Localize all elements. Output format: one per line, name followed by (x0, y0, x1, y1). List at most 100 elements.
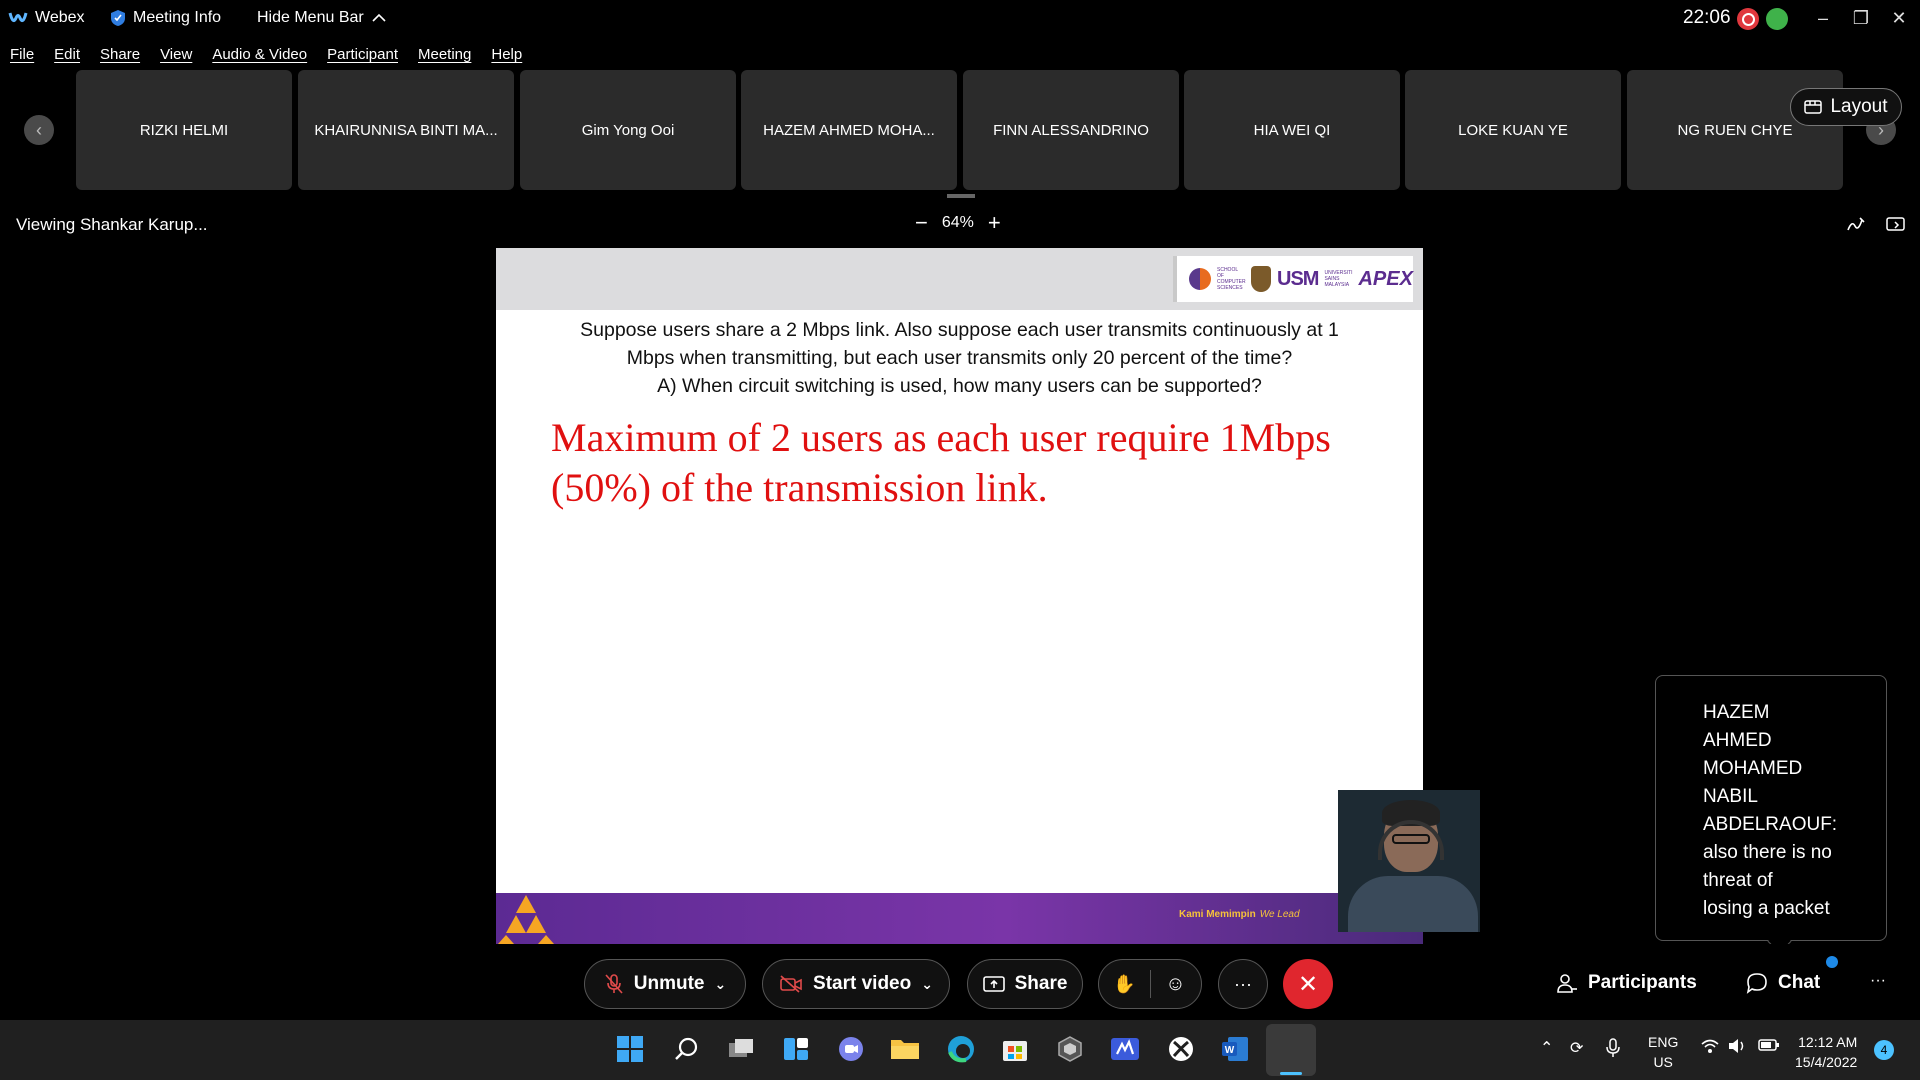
hide-menu-bar-button[interactable]: Hide Menu Bar (257, 9, 387, 27)
network-health-icon[interactable] (1766, 8, 1788, 30)
word-icon[interactable]: W (1218, 1032, 1252, 1066)
menu-meeting[interactable]: Meeting (408, 42, 481, 70)
participant-tile[interactable]: HIA WEI QI (1184, 70, 1400, 190)
slide-question: Suppose users share a 2 Mbps link. Also … (536, 316, 1383, 400)
powerautomate-icon[interactable] (1108, 1032, 1142, 1066)
chat-icon (1746, 973, 1767, 994)
sync-icon[interactable]: ⟳ (1570, 1038, 1583, 1058)
language-indicator[interactable]: ENG US (1648, 1032, 1678, 1072)
volume-icon[interactable] (1728, 1038, 1748, 1054)
participant-tile[interactable]: LOKE KUAN YE (1405, 70, 1621, 190)
menu-bar: File Edit Share View Audio & Video Parti… (0, 42, 532, 70)
overflow-menu-button[interactable]: ··· (1870, 972, 1886, 990)
participant-tile[interactable]: RIZKI HELMI (76, 70, 292, 190)
recording-icon[interactable] (1737, 8, 1759, 30)
chat-line: AHMED (1703, 730, 1772, 751)
chevron-down-icon[interactable]: ⌄ (715, 976, 727, 993)
menu-audio-video[interactable]: Audio & Video (202, 42, 317, 70)
meeting-info-label: Meeting Info (133, 9, 222, 26)
widgets-icon[interactable] (779, 1032, 813, 1066)
menu-participant[interactable]: Participant (317, 42, 408, 70)
settings-app-icon[interactable] (1053, 1032, 1087, 1066)
svg-text:W: W (1225, 1045, 1235, 1056)
leave-meeting-button[interactable]: ✕ (1283, 959, 1333, 1009)
start-icon[interactable] (613, 1032, 647, 1066)
usm-logo-text: UNIVERSITI SAINS MALAYSIA (1324, 270, 1353, 288)
system-clock[interactable]: 12:12 AM 15/4/2022 (1795, 1032, 1857, 1072)
chevron-up-icon (372, 13, 386, 22)
notification-badge[interactable]: 4 (1874, 1040, 1894, 1060)
menu-file[interactable]: File (0, 42, 44, 70)
hide-menu-bar-label: Hide Menu Bar (257, 9, 364, 26)
participant-tile[interactable]: HAZEM AHMED MOHA... (741, 70, 957, 190)
question-line: Suppose users share a 2 Mbps link. Also … (580, 319, 1339, 341)
search-icon[interactable] (669, 1032, 703, 1066)
video-off-icon (780, 975, 802, 993)
school-logo-text: SCHOOL OF COMPUTER SCIENCES (1217, 267, 1246, 291)
answer-line: Maximum of 2 users as each user require … (551, 415, 1331, 460)
layout-label: Layout (1830, 96, 1888, 117)
share-screen-icon (982, 976, 1005, 992)
windows-logo-icon (617, 1036, 643, 1062)
webex-app-menu[interactable]: Webex (8, 9, 85, 27)
zoom-level: 64% (941, 214, 974, 231)
answer-line: (50%) of the transmission link. (551, 465, 1048, 510)
layout-icon (1804, 100, 1823, 114)
menu-share[interactable]: Share (90, 42, 150, 70)
start-video-button[interactable]: Start video ⌄ (762, 959, 950, 1009)
question-line: A) When circuit switching is used, how m… (657, 375, 1262, 397)
presenter-body (1348, 876, 1478, 932)
chevron-down-icon[interactable]: ⌄ (921, 976, 933, 993)
task-view-icon[interactable] (724, 1032, 758, 1066)
teams-chat-icon[interactable] (834, 1032, 868, 1066)
edge-browser-icon[interactable] (944, 1032, 978, 1066)
chat-button[interactable]: Chat (1746, 972, 1820, 994)
xbox-icon[interactable] (1164, 1032, 1198, 1066)
participant-strip: ‹ RIZKI HELMI KHAIRUNNISA BINTI MA... Gi… (0, 68, 1920, 194)
layout-button[interactable]: Layout (1790, 88, 1902, 126)
footer-motto: Kami Memimpin We Lead (1179, 909, 1300, 920)
shield-icon (111, 10, 125, 26)
school-logo-icon (1189, 268, 1211, 290)
wifi-icon[interactable] (1700, 1038, 1720, 1054)
zoom-out-button[interactable]: − (915, 212, 928, 234)
menu-edit[interactable]: Edit (44, 42, 90, 70)
participants-button[interactable]: Participants (1556, 972, 1697, 994)
restore-icon[interactable]: ❐ (1846, 4, 1876, 32)
microsoft-store-icon[interactable] (998, 1032, 1032, 1066)
participant-tile[interactable]: Gim Yong Ooi (520, 70, 736, 190)
meeting-info-button[interactable]: Meeting Info (110, 9, 221, 27)
clock-time: 12:12 AM (1798, 1034, 1858, 1050)
windows-taskbar: W ⌃ ⟳ ENG US 12:12 AM 15/4/2022 4 (0, 1020, 1920, 1080)
annotate-icon[interactable] (1846, 216, 1866, 234)
chat-notification[interactable]: HAZEM AHMED MOHAMED NABIL ABDELRAOUF: al… (1655, 675, 1887, 941)
close-icon[interactable]: ✕ (1884, 4, 1914, 32)
minimize-icon[interactable]: – (1808, 4, 1838, 32)
pop-out-icon[interactable] (1886, 216, 1906, 234)
raise-hand-icon[interactable]: ✋ (1100, 974, 1150, 995)
menu-view[interactable]: View (150, 42, 202, 70)
chat-line: ABDELRAOUF: (1703, 814, 1838, 835)
participant-tile[interactable]: FINN ALESSANDRINO (963, 70, 1179, 190)
participants-label: Participants (1588, 972, 1697, 993)
chevron-up-icon[interactable]: ⌃ (1540, 1038, 1553, 1058)
unmute-button[interactable]: Unmute ⌄ (584, 959, 746, 1009)
zoom-control: − 64% + (915, 212, 1001, 234)
file-explorer-icon[interactable] (888, 1032, 922, 1066)
chat-line: losing a packet (1703, 898, 1830, 919)
menu-help[interactable]: Help (481, 42, 532, 70)
zoom-in-button[interactable]: + (988, 212, 1001, 234)
share-button[interactable]: Share (967, 959, 1083, 1009)
slide-header: SCHOOL OF COMPUTER SCIENCES USM UNIVERSI… (496, 248, 1423, 310)
participant-tile[interactable]: KHAIRUNNISA BINTI MA... (298, 70, 514, 190)
reactions-group: ✋ ☺ (1098, 959, 1202, 1009)
reactions-icon[interactable]: ☺ (1151, 973, 1201, 996)
crest-logo-icon (1251, 266, 1271, 292)
chevron-left-icon[interactable]: ‹ (24, 115, 54, 145)
battery-icon[interactable] (1758, 1038, 1780, 1052)
microphone-icon[interactable] (1606, 1038, 1620, 1058)
more-options-button[interactable]: ··· (1218, 959, 1268, 1009)
slide-answer: Maximum of 2 users as each user require … (551, 413, 1391, 513)
presenter-video[interactable] (1338, 790, 1480, 932)
strip-resize-handle[interactable] (947, 194, 975, 198)
